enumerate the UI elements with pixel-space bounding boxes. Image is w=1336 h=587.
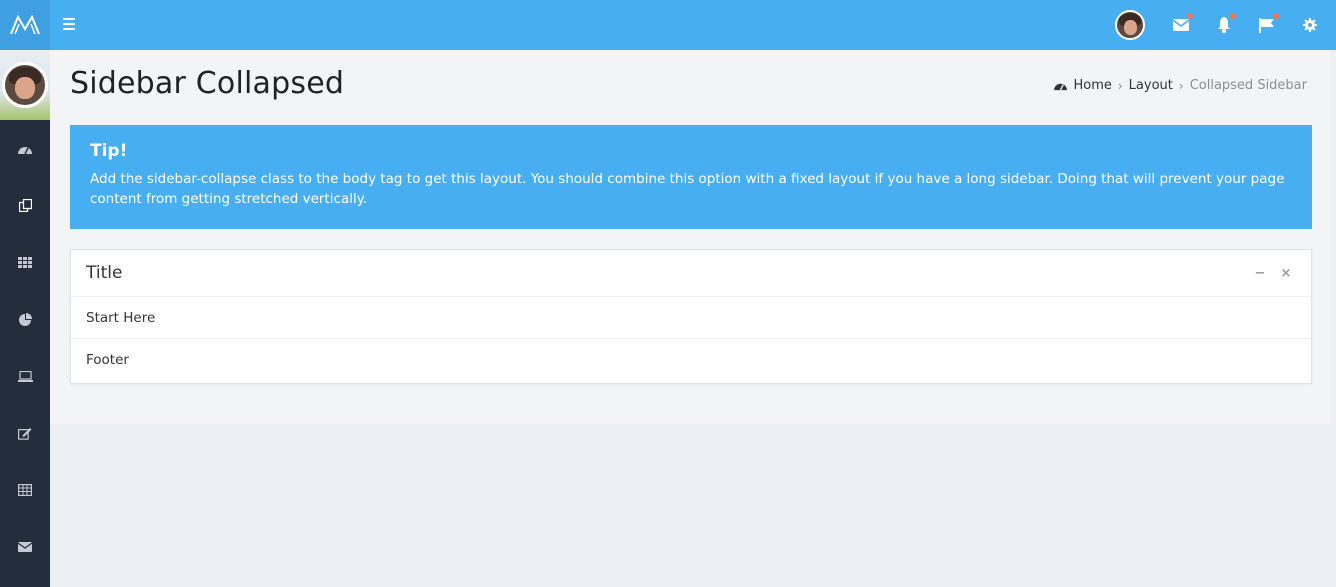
bell-icon xyxy=(1218,17,1230,33)
notification-dot xyxy=(1230,13,1236,19)
table-icon xyxy=(18,484,32,496)
top-navbar xyxy=(0,0,1336,50)
collapse-button[interactable]: − xyxy=(1253,265,1267,281)
hamburger-icon xyxy=(63,18,75,20)
content-wrapper: Sidebar Collapsed Home › Layout › Collap… xyxy=(50,50,1330,424)
logo-m-icon xyxy=(10,15,40,35)
content-box: Title − × Start Here Footer xyxy=(70,249,1312,384)
sidebar-item-ui[interactable] xyxy=(0,356,50,396)
sidebar-item-layout[interactable] xyxy=(0,185,50,225)
minus-icon: − xyxy=(1254,265,1266,281)
envelope-icon xyxy=(18,542,32,552)
sidebar xyxy=(0,50,50,587)
sidebar-item-charts[interactable] xyxy=(0,299,50,339)
hamburger-line xyxy=(63,28,75,30)
avatar-face xyxy=(1124,20,1137,35)
messages-button[interactable] xyxy=(1173,13,1193,33)
chevron-right-icon: › xyxy=(1117,78,1123,93)
brand-logo[interactable] xyxy=(0,0,50,50)
tip-text: Add the sidebar-collapse class to the bo… xyxy=(90,171,1285,207)
sidebar-item-dashboard[interactable] xyxy=(0,129,50,169)
box-footer: Footer xyxy=(86,352,129,368)
box-title: Title xyxy=(86,263,123,283)
gear-icon xyxy=(1303,18,1317,32)
settings-button[interactable] xyxy=(1302,17,1318,33)
flags-button[interactable] xyxy=(1259,13,1279,33)
edit-icon xyxy=(18,427,32,440)
breadcrumb-home-link[interactable]: Home xyxy=(1073,78,1111,93)
chevron-right-icon: › xyxy=(1178,78,1184,93)
laptop-icon xyxy=(17,370,33,382)
sidebar-avatar xyxy=(2,62,48,108)
box-body: Start Here xyxy=(71,297,1311,339)
notification-dot xyxy=(1273,13,1279,19)
sidebar-item-mailbox[interactable] xyxy=(0,527,50,567)
notifications-button[interactable] xyxy=(1216,13,1236,33)
grid-icon xyxy=(18,256,32,268)
copy-icon xyxy=(18,198,32,212)
flag-icon xyxy=(1259,17,1274,33)
close-icon: × xyxy=(1280,265,1292,281)
breadcrumb: Home › Layout › Collapsed Sidebar xyxy=(1054,78,1307,93)
user-avatar[interactable] xyxy=(1115,10,1145,40)
sidebar-item-forms[interactable] xyxy=(0,413,50,453)
scrollbar[interactable] xyxy=(1330,50,1336,587)
remove-button[interactable]: × xyxy=(1279,265,1293,281)
breadcrumb-current: Collapsed Sidebar xyxy=(1189,78,1307,93)
dashboard-icon xyxy=(1054,81,1068,91)
sidebar-item-tables[interactable] xyxy=(0,470,50,510)
notification-dot xyxy=(1187,13,1193,19)
page-title: Sidebar Collapsed xyxy=(70,66,345,101)
box-tools: − × xyxy=(1241,265,1293,281)
hamburger-line xyxy=(63,23,75,25)
sidebar-item-widgets[interactable] xyxy=(0,242,50,282)
pie-chart-icon xyxy=(18,312,32,326)
breadcrumb-layout-link[interactable]: Layout xyxy=(1129,78,1173,93)
tip-heading: Tip! xyxy=(90,141,128,161)
sidebar-user-panel[interactable] xyxy=(0,50,50,120)
sidebar-toggle-button[interactable] xyxy=(60,15,78,33)
box-header: Title − × xyxy=(71,250,1311,297)
navbar-right xyxy=(1115,0,1336,50)
dashboard-icon xyxy=(18,146,32,154)
mail-icon xyxy=(1173,19,1189,31)
avatar-face xyxy=(15,77,35,99)
tip-callout: Tip! Add the sidebar-collapse class to t… xyxy=(70,125,1312,229)
